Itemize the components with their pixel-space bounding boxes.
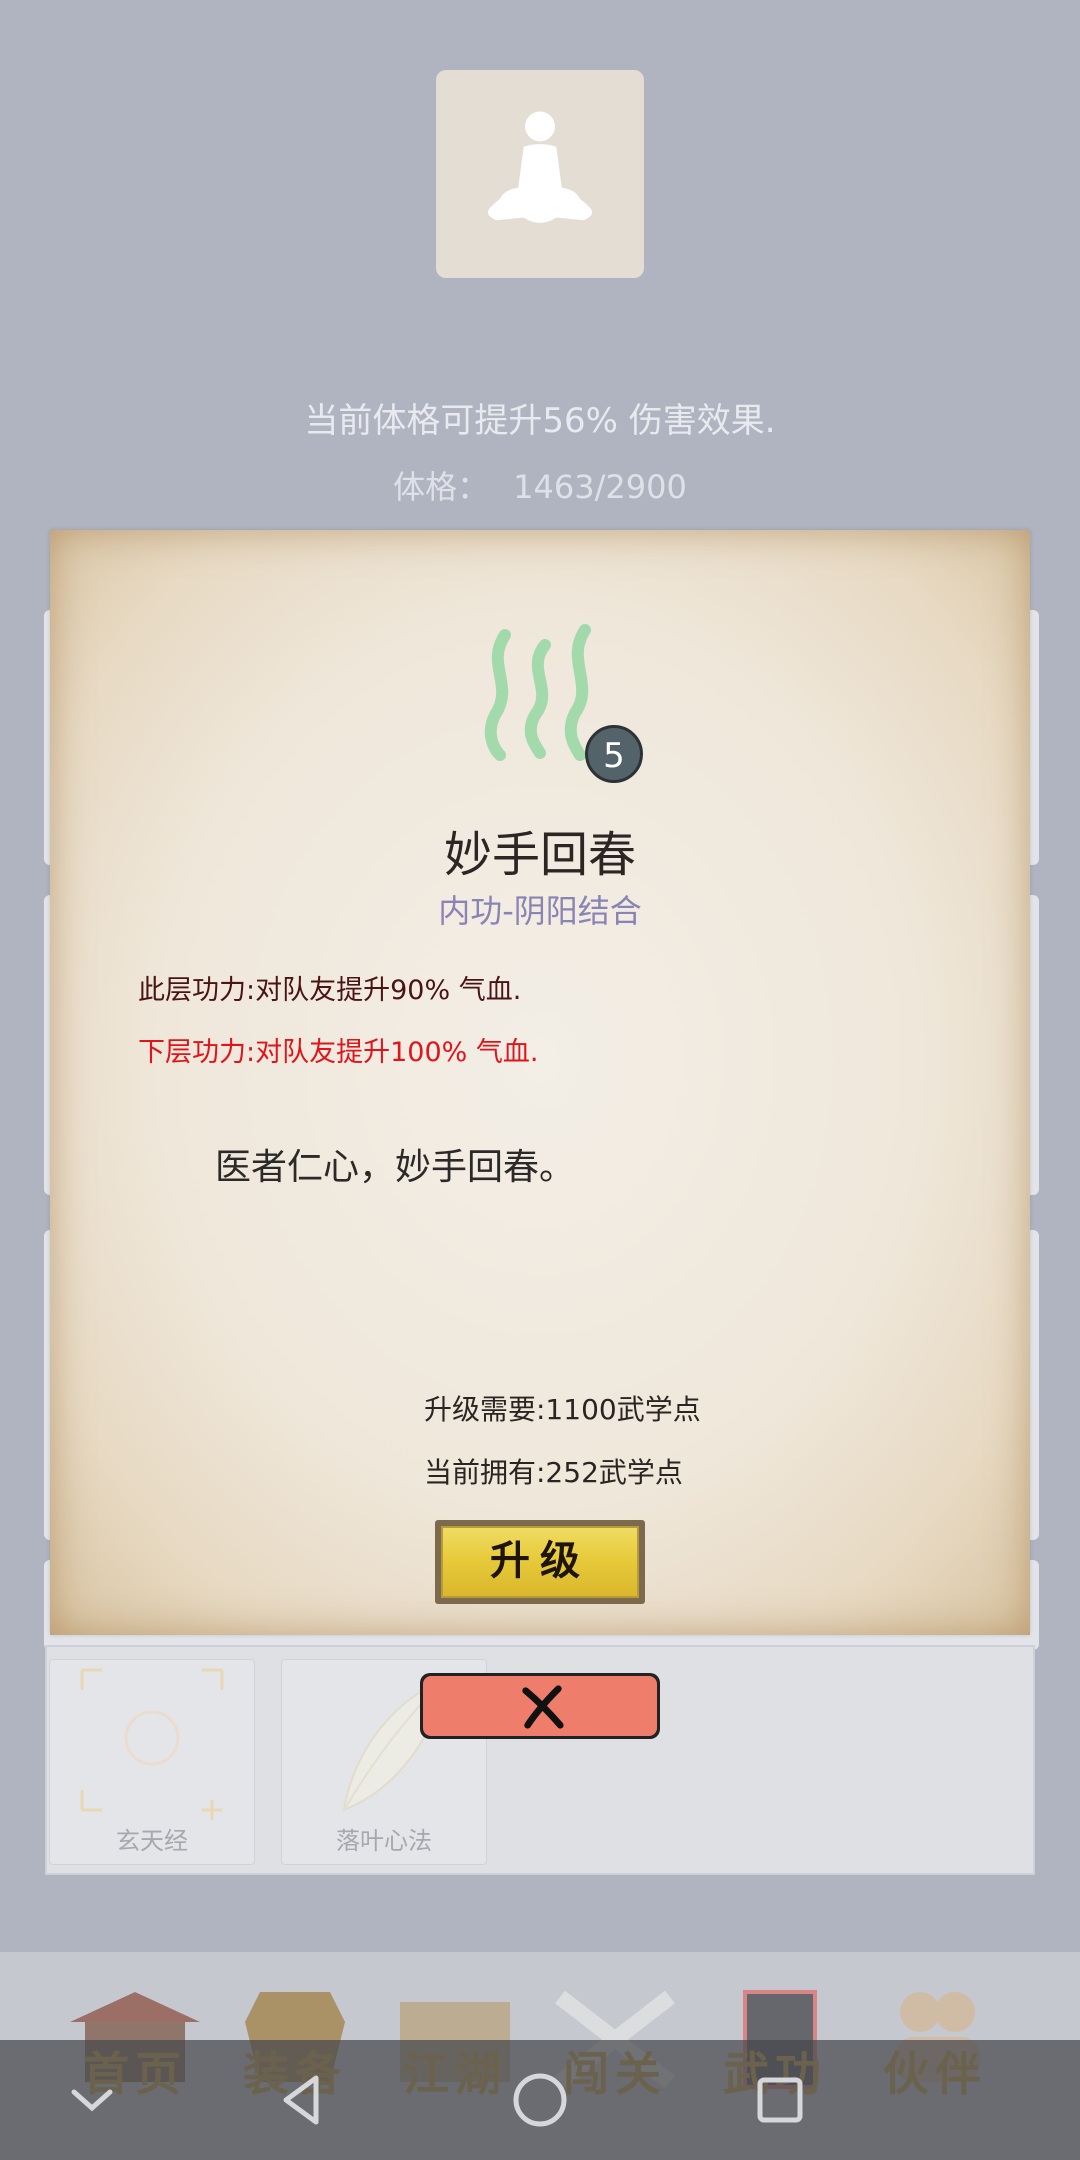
stat-value: 1463/2900 [513,468,687,506]
stat-label: 体格： [393,468,490,506]
collapse-chevron-icon[interactable] [60,2068,124,2132]
system-nav-bar [0,2040,1080,2160]
book-label: 玄天经 [116,1827,188,1855]
book-label: 落叶心法 [336,1827,432,1855]
xuantian-icon [80,1668,224,1820]
recents-icon[interactable] [748,2068,812,2132]
upgrade-button[interactable]: 升级 [435,1520,645,1604]
current-points: 当前拥有:252武学点 [424,1456,683,1489]
meditation-avatar [436,70,644,278]
meditation-icon [487,111,593,223]
skill-type: 内功-阴阳结合 [438,892,642,930]
upgrade-requirement: 升级需要:1100武学点 [424,1393,701,1426]
skill-level-badge: 5 [585,725,643,783]
back-icon[interactable] [270,2068,334,2132]
upgrade-button-label: 升级 [441,1526,639,1598]
stat-description: 当前体格可提升56% 伤害效果. [304,401,776,441]
skill-detail-scroll: 5 妙手回春 内功-阴阳结合 此层功力:对队友提升90% 气血. 下层功力:对队… [50,530,1030,1635]
close-icon [522,1685,564,1729]
next-effect: 下层功力:对队友提升100% 气血. [138,1037,539,1068]
skill-quote: 医者仁心，妙手回春。 [215,1147,576,1188]
stat-value-line: 体格： 1463/2900 [0,462,1080,508]
home-nav-icon[interactable] [508,2068,572,2132]
skill-name: 妙手回春 [443,827,636,883]
book-card-xuantian[interactable]: 玄天经 [49,1659,255,1865]
close-button[interactable] [420,1673,660,1739]
current-effect: 此层功力:对队友提升90% 气血. [138,975,522,1006]
